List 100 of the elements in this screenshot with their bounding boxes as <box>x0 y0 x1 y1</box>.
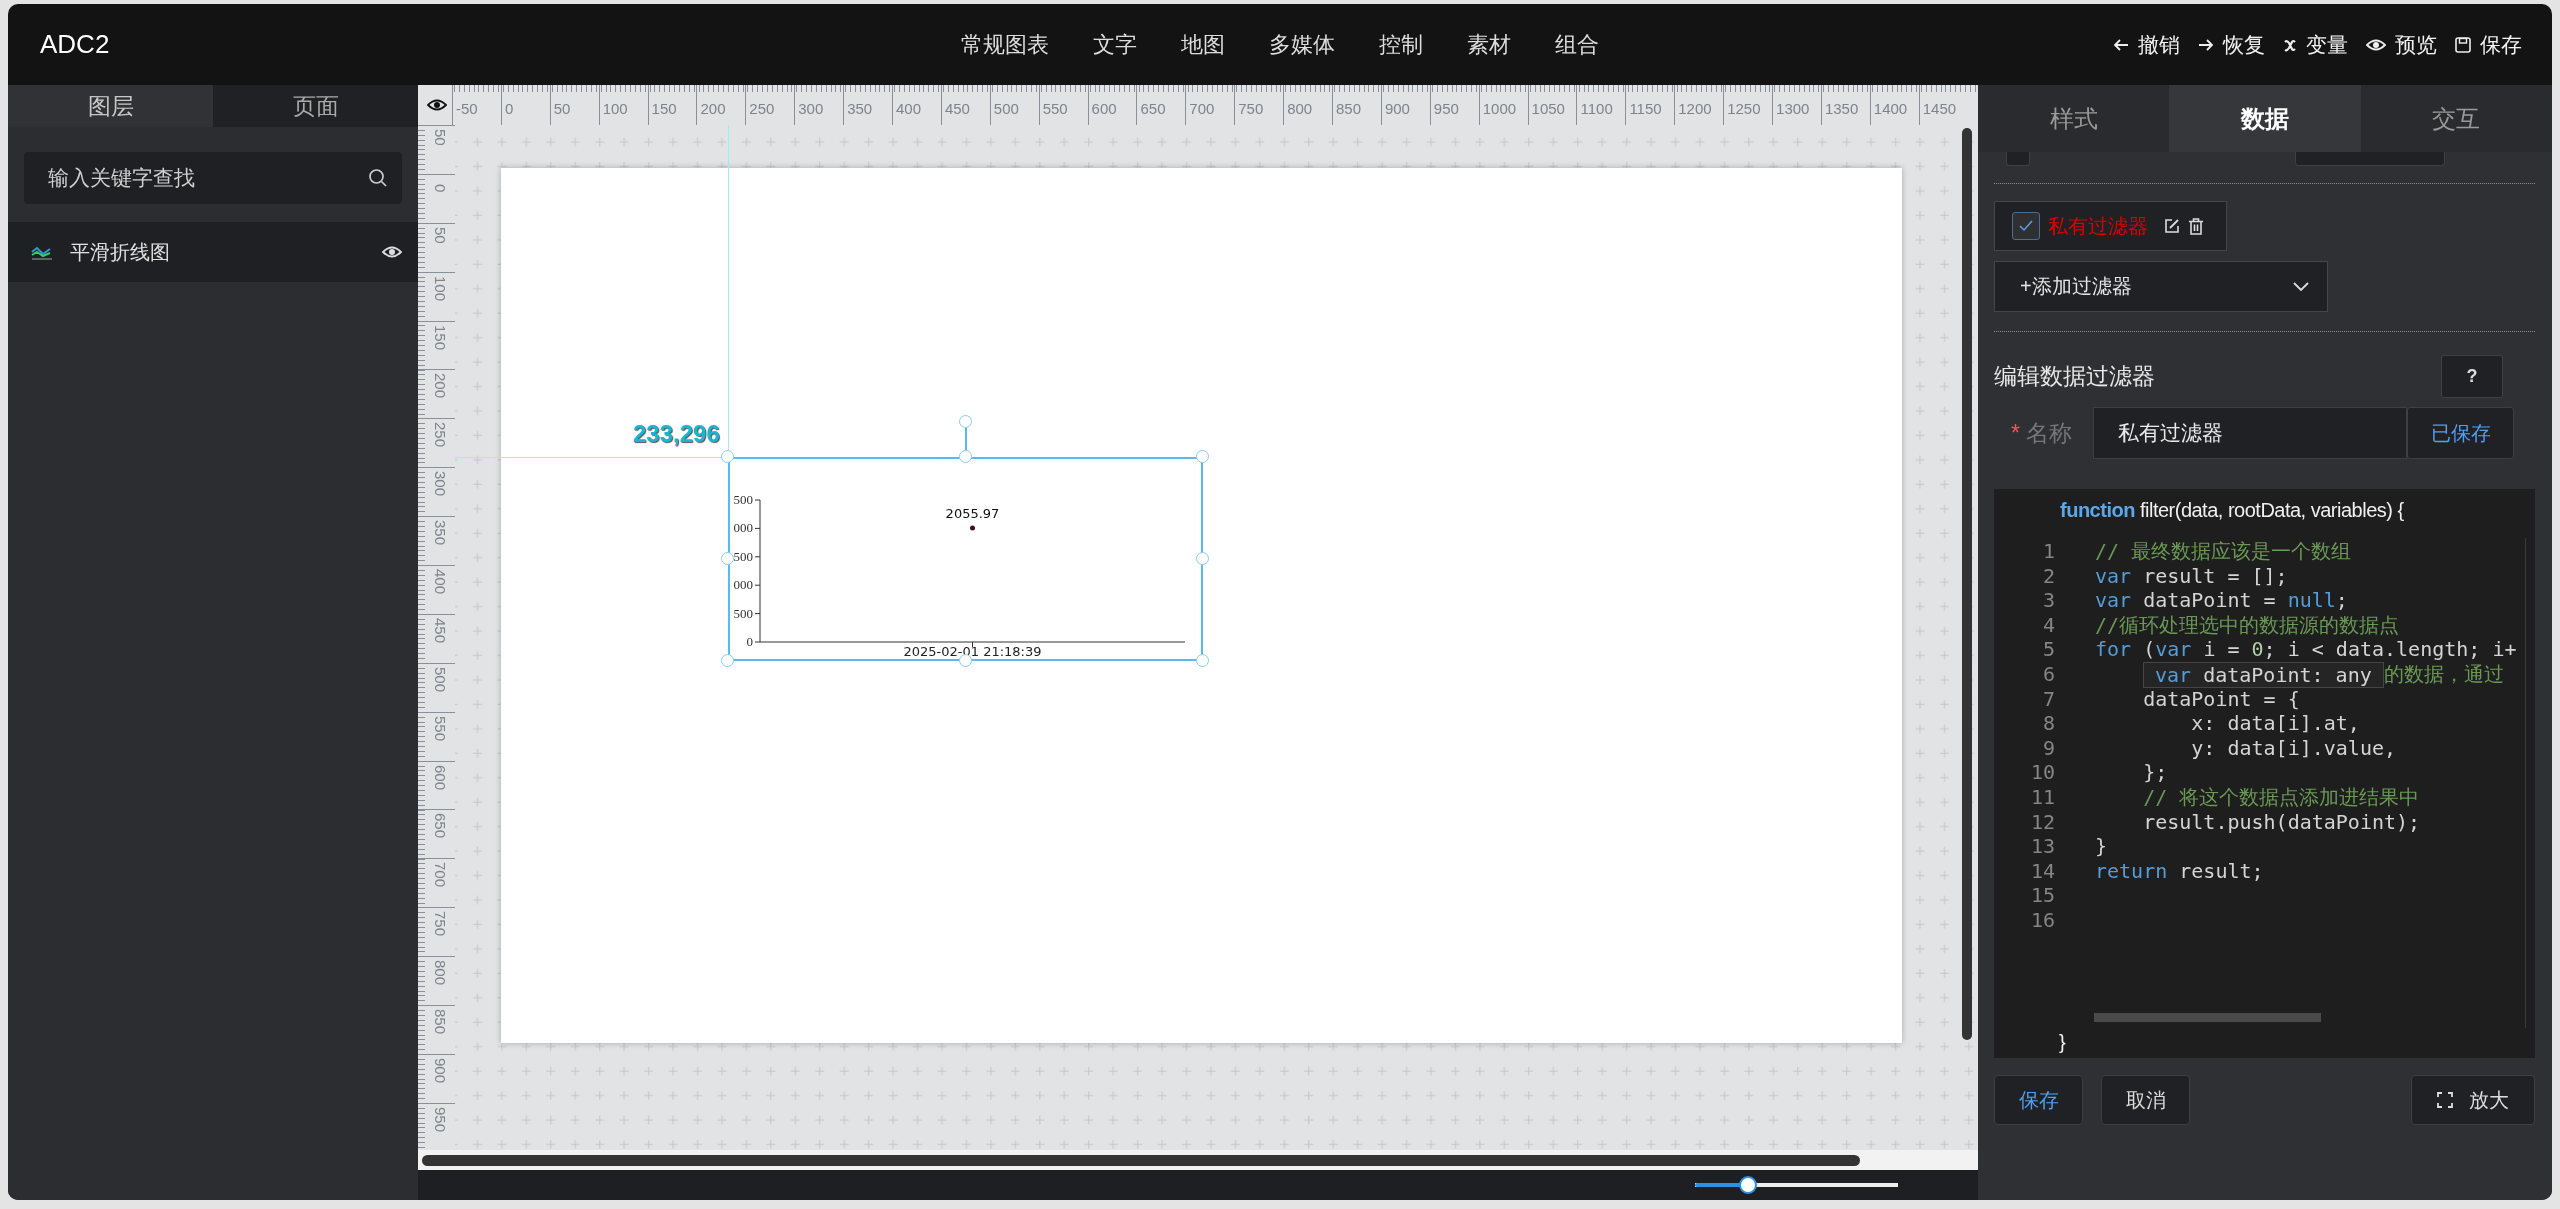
ruler-label: 350 <box>432 520 449 546</box>
code-text: } <box>2059 1031 2066 1054</box>
toolbar-button[interactable]: 变量 <box>2283 30 2348 59</box>
checkbox[interactable] <box>2012 212 2040 240</box>
ruler-label: 1000 <box>1482 100 1517 117</box>
line-number: 11 <box>2029 784 2055 810</box>
ruler-label: 100 <box>602 100 628 117</box>
tick-label: 0 <box>746 634 753 649</box>
ruler-label: 300 <box>798 100 824 117</box>
code-text: result.push(dataPoint); <box>2142 809 2421 835</box>
function-signature: function filter(data, rootData, variables) { <box>2059 499 2405 523</box>
button[interactable]: 放大 <box>2411 1075 2535 1125</box>
hover-tooltip: var dataPoint: any <box>2143 661 2384 688</box>
ruler-label: 800 <box>1287 100 1313 117</box>
ruler-label: 250 <box>749 100 775 117</box>
menu-item[interactable]: 组合 <box>1555 29 1599 60</box>
slider-thumb[interactable] <box>1738 1176 1757 1194</box>
code-text: var result = []; <box>2095 563 2288 589</box>
ruler-label: -50 <box>456 100 478 117</box>
ruler-label: 1100 <box>1580 100 1613 117</box>
code-text: var dataPoint = null; <box>2095 588 2348 613</box>
ruler-label: 550 <box>432 715 449 741</box>
ruler-label: 550 <box>1042 100 1068 117</box>
tick-label: 000 <box>733 577 753 593</box>
button[interactable]: 取消 <box>2101 1075 2190 1125</box>
scrollbar[interactable] <box>1962 128 1972 1040</box>
ruler-label: 950 <box>432 1106 449 1132</box>
ruler-label: 0 <box>504 100 514 117</box>
search-field[interactable]: 输入关键字查找 <box>24 152 402 204</box>
toolbar-button[interactable]: 保存 <box>2455 30 2522 59</box>
field-edge <box>2006 152 2030 166</box>
tab[interactable]: 图层 <box>8 85 213 127</box>
field-label: 名称 <box>2025 419 2072 446</box>
button[interactable]: 保存 <box>1994 1075 2083 1125</box>
variable-icon <box>2283 37 2297 52</box>
axis-label: 2025-02-01 21:18:39 <box>903 644 1042 659</box>
line-number: 13 <box>2029 834 2055 859</box>
menu-item[interactable]: 文字 <box>1093 29 1137 60</box>
scrollbar[interactable] <box>2094 1013 2321 1022</box>
menu-item[interactable]: 控制 <box>1379 29 1423 60</box>
ruler-label: 1450 <box>1922 100 1957 117</box>
tab[interactable]: 数据 <box>2169 85 2361 152</box>
name-field[interactable]: 私有过滤器 <box>2093 407 2407 459</box>
code-text: return result; <box>2095 858 2264 884</box>
menu-item[interactable]: 常规图表 <box>961 29 1049 60</box>
arrow-left-icon <box>2113 37 2129 52</box>
ruler-label: 500 <box>432 666 449 692</box>
toolbar-button[interactable]: 撤销 <box>2113 30 2180 59</box>
line-number: 4 <box>2041 612 2055 638</box>
tick-label: 000 <box>733 520 753 536</box>
data-label: 2055.97 <box>945 506 1000 521</box>
edit-icon <box>2164 218 2180 234</box>
menu-item[interactable]: 素材 <box>1467 29 1511 60</box>
chart-widget[interactable]: 500 000 500 000 500 0 2025-02-01 21:18:39 2055.97 <box>728 457 1203 661</box>
code-text: // 最终数据应该是一个数组 <box>2095 539 2352 564</box>
toolbar-button[interactable]: 预览 <box>2366 30 2437 59</box>
ruler-label: 250 <box>432 422 449 448</box>
ruler-label: 150 <box>432 324 449 350</box>
layer-item[interactable]: 平滑折线图 <box>8 222 418 282</box>
menu-item[interactable]: 地图 <box>1181 29 1225 60</box>
ruler-label: 300 <box>432 471 449 497</box>
code-text: y: data[i].value, <box>2190 735 2397 761</box>
code-text: for (var i = 0; i < data.length; i+ <box>2095 637 2517 662</box>
line-number: 9 <box>2041 735 2055 761</box>
expand-icon <box>2437 1092 2453 1108</box>
position-label: 233,296 <box>633 420 720 448</box>
ruler-label: 900 <box>432 1057 449 1083</box>
saved-button[interactable]: 已保存 <box>2407 407 2514 459</box>
toolbar-button[interactable]: 恢复 <box>2198 30 2265 59</box>
ruler-label: 1400 <box>1873 100 1908 117</box>
help-button[interactable]: ? <box>2441 355 2503 398</box>
tab[interactable]: 页面 <box>213 85 418 127</box>
line-number: 10 <box>2029 760 2055 785</box>
line-number: 8 <box>2041 711 2055 736</box>
ruler-label: 650 <box>432 813 449 839</box>
data-point <box>970 525 975 531</box>
app-title: ADC2 <box>40 29 110 59</box>
ruler-label: 1150 <box>1629 100 1662 117</box>
ruler-label: 750 <box>432 911 449 937</box>
section-title: 编辑数据过滤器 <box>1994 362 2155 391</box>
ruler-label: 600 <box>432 764 449 790</box>
ruler-label: 1050 <box>1531 100 1565 117</box>
add-filter-dropdown[interactable]: +添加过滤器 <box>1994 261 2328 312</box>
tab[interactable]: 样式 <box>1978 85 2170 152</box>
code-text: } <box>2095 834 2108 859</box>
code-text: x: data[i].at, <box>2190 711 2360 736</box>
code-text: }; <box>2142 760 2168 785</box>
ruler-label: 600 <box>1091 100 1117 117</box>
ruler-label: 200 <box>700 100 726 117</box>
eye-icon <box>426 97 447 113</box>
line-number: 16 <box>2029 907 2055 933</box>
line-number: 5 <box>2041 637 2055 662</box>
ruler-label: 950 <box>1433 100 1459 117</box>
scrollbar[interactable] <box>422 1154 1860 1166</box>
ruler-label: 1300 <box>1776 100 1810 117</box>
menu-item[interactable]: 多媒体 <box>1269 29 1335 60</box>
code-editor[interactable] <box>1994 489 2535 1058</box>
tab[interactable]: 交互 <box>2360 85 2552 152</box>
ruler-label: 350 <box>847 100 873 117</box>
ruler-label: 50 <box>432 129 449 146</box>
